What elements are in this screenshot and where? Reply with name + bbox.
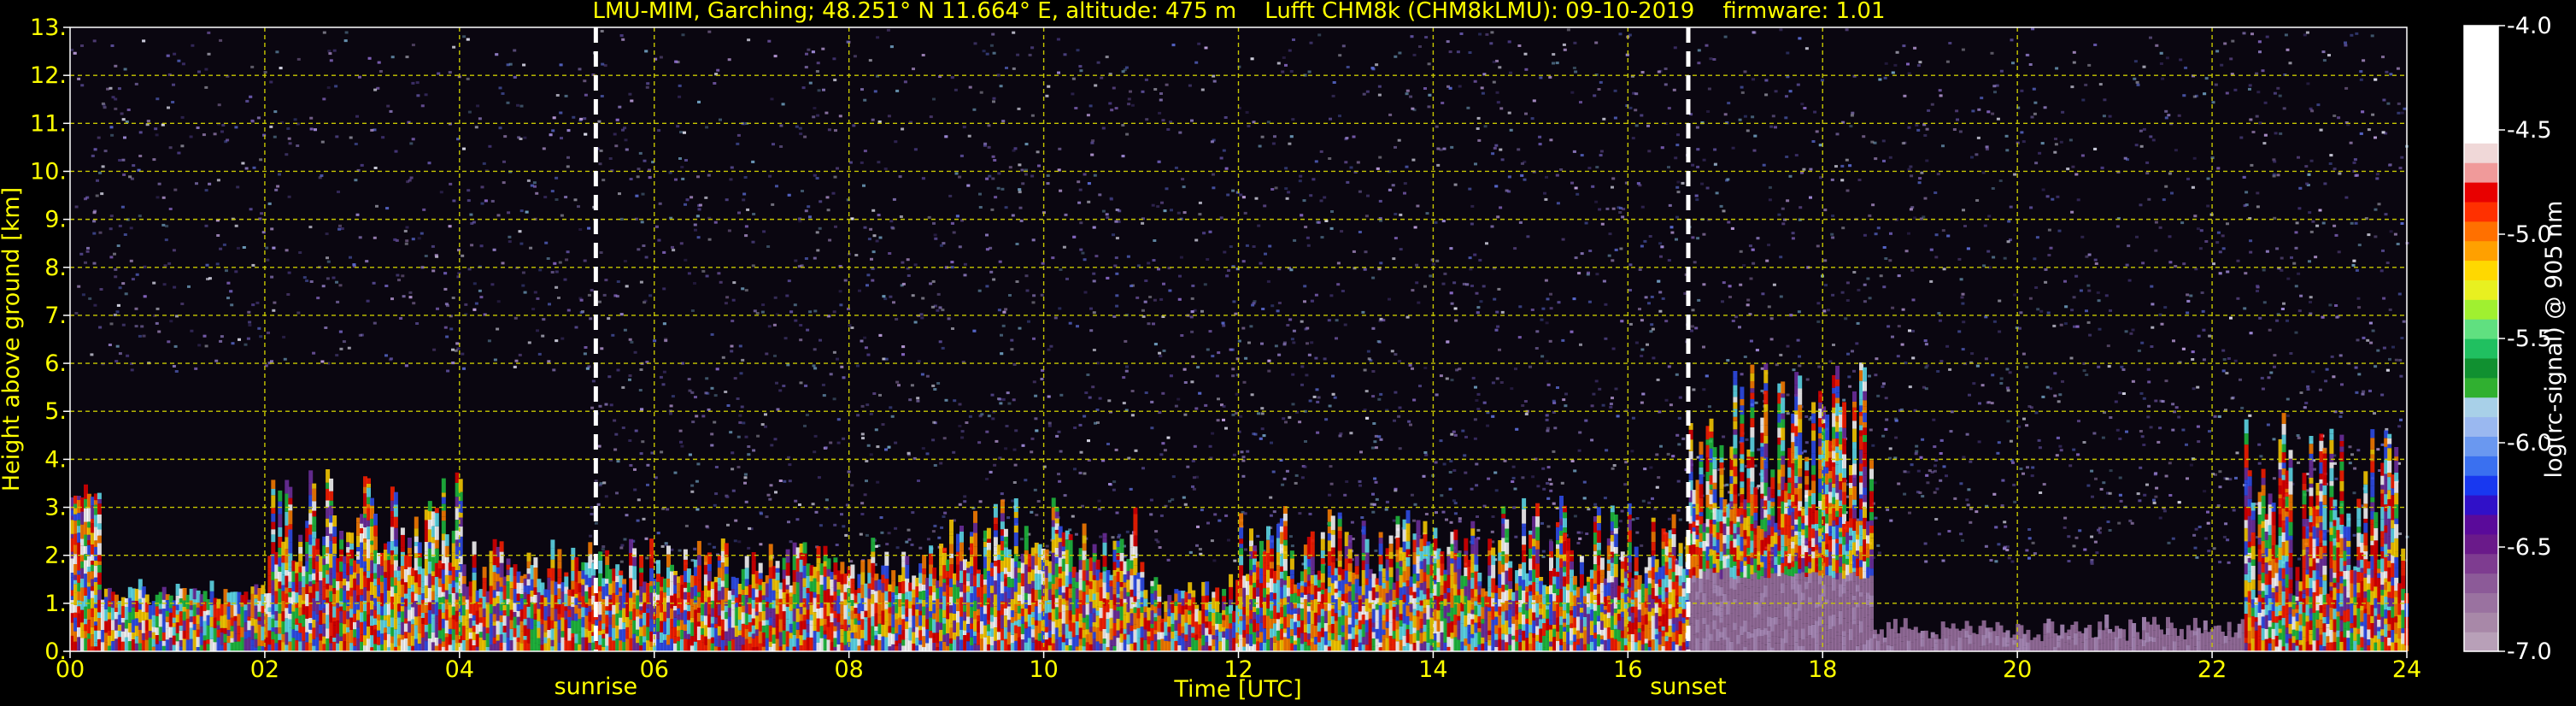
x-tick-label: 22 bbox=[2198, 656, 2227, 683]
y-tick-label: 10. bbox=[30, 158, 67, 185]
colorbar-swatch bbox=[2464, 357, 2498, 379]
colorbar-swatch bbox=[2464, 84, 2498, 105]
ceilometer-figure: LMU-MIM, Garching; 48.251° N 11.664° E, … bbox=[0, 0, 2576, 706]
y-tick-label: 1. bbox=[44, 591, 67, 617]
x-axis-label: Time [UTC] bbox=[1173, 676, 1301, 703]
colorbar-swatch bbox=[2464, 495, 2498, 515]
y-tick-label: 12. bbox=[30, 62, 67, 89]
y-tick-label: 9. bbox=[44, 207, 67, 233]
colorbar-swatch bbox=[2464, 221, 2498, 242]
y-tick-label: 7. bbox=[44, 303, 67, 329]
x-tick-label: 02 bbox=[250, 656, 279, 683]
y-tick-label: 3. bbox=[44, 495, 67, 521]
colorbar-swatch bbox=[2464, 103, 2498, 124]
colorbar-swatch bbox=[2464, 162, 2498, 183]
y-tick-label: 8. bbox=[44, 255, 67, 281]
colorbar-swatch bbox=[2464, 612, 2498, 632]
y-tick-label: 5. bbox=[44, 398, 67, 425]
colorbar-swatch bbox=[2464, 416, 2498, 437]
colorbar-swatch bbox=[2464, 456, 2498, 476]
colorbar-swatch bbox=[2464, 573, 2498, 593]
x-tick-label: 18 bbox=[1808, 656, 1837, 683]
colorbar-swatch bbox=[2464, 475, 2498, 496]
x-tick-label: 14 bbox=[1418, 656, 1447, 683]
colorbar-swatch bbox=[2464, 319, 2498, 339]
colorbar-swatches bbox=[2464, 26, 2498, 652]
colorbar-swatch bbox=[2464, 201, 2498, 222]
plot-area bbox=[69, 26, 2409, 652]
x-tick-label: 20 bbox=[2003, 656, 2032, 683]
colorbar-swatch bbox=[2464, 533, 2498, 555]
colorbar-swatch bbox=[2464, 397, 2498, 418]
colorbar-swatch bbox=[2464, 553, 2498, 574]
colorbar-swatch bbox=[2464, 123, 2498, 144]
colorbar-swatch bbox=[2464, 26, 2498, 46]
y-tick-label: 11. bbox=[30, 110, 67, 137]
y-axis-label: Height above ground [km] bbox=[0, 187, 25, 491]
colorbar-swatch bbox=[2464, 338, 2498, 359]
colorbar-swatch bbox=[2464, 143, 2498, 163]
y-tick-label: 2. bbox=[44, 543, 67, 569]
colorbar-tick-label: -4.5 bbox=[2507, 117, 2552, 144]
x-tick-label: 16 bbox=[1613, 656, 1642, 683]
colorbar-swatch bbox=[2464, 240, 2498, 262]
colorbar-tick-label: -7.0 bbox=[2507, 638, 2552, 665]
sun-event-label: sunset bbox=[1650, 674, 1727, 700]
colorbar-tick-label: -4.0 bbox=[2507, 13, 2552, 39]
colorbar-swatch bbox=[2464, 182, 2498, 203]
colorbar-swatch bbox=[2464, 514, 2498, 535]
sun-event-label: sunrise bbox=[555, 674, 638, 700]
x-tick-label: 08 bbox=[834, 656, 863, 683]
colorbar-swatch bbox=[2464, 632, 2498, 652]
colorbar-label: log(rc-signal) @ 905 nm bbox=[2541, 201, 2567, 479]
colorbar-swatch bbox=[2464, 592, 2498, 613]
colorbar-swatch bbox=[2464, 44, 2498, 66]
colorbar-swatch bbox=[2464, 299, 2498, 320]
colorbar-swatch bbox=[2464, 377, 2498, 398]
y-tick-label: 0. bbox=[44, 638, 67, 665]
x-tick-label: 24 bbox=[2392, 656, 2421, 683]
colorbar-swatch bbox=[2464, 279, 2498, 300]
y-tick-label: 13. bbox=[30, 15, 67, 41]
y-tick-label: 6. bbox=[44, 350, 67, 377]
x-tick-label: 10 bbox=[1029, 656, 1058, 683]
chart-title: LMU-MIM, Garching; 48.251° N 11.664° E, … bbox=[593, 0, 1886, 24]
x-tick-label: 06 bbox=[640, 656, 669, 683]
colorbar-swatch bbox=[2464, 436, 2498, 456]
colorbar-swatch bbox=[2464, 64, 2498, 85]
colorbar-tick-label: -6.5 bbox=[2507, 534, 2552, 561]
colorbar-swatch bbox=[2464, 260, 2498, 280]
y-tick-label: 4. bbox=[44, 446, 67, 473]
x-tick-label: 04 bbox=[445, 656, 474, 683]
